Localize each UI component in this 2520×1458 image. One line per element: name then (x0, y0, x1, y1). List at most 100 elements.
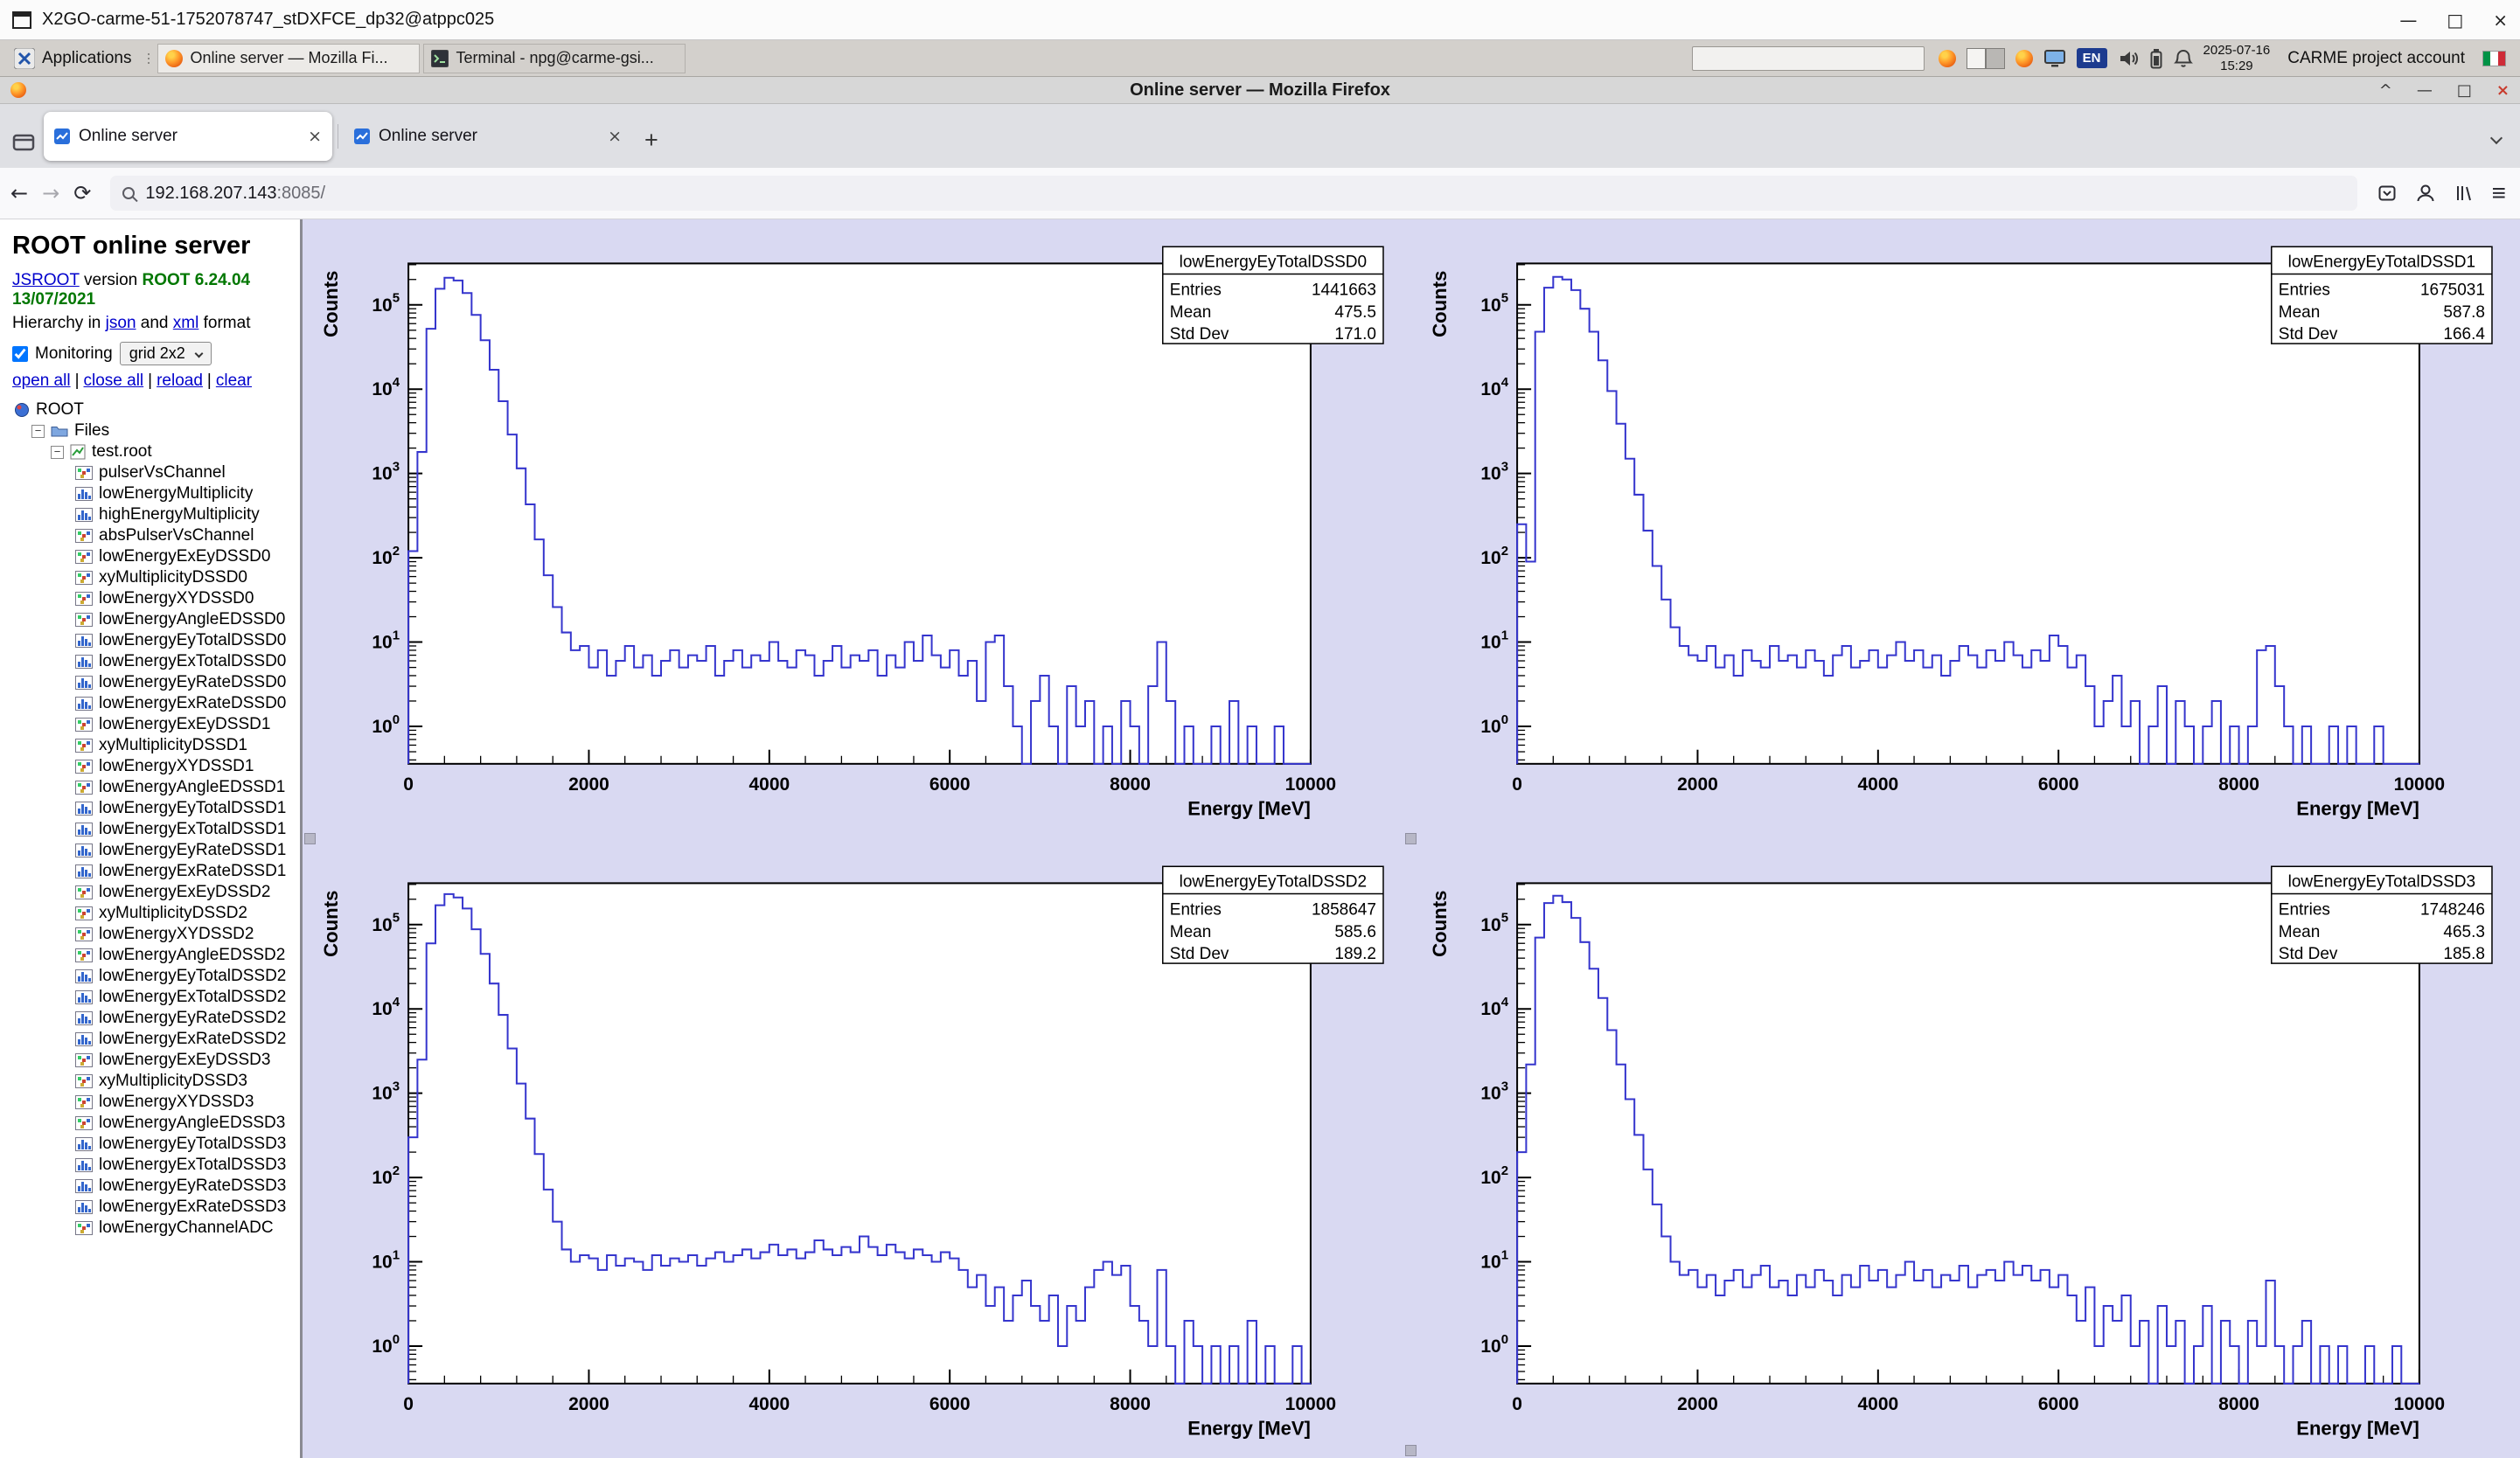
tree-item-lowEnergyAngleEDSSD1[interactable]: lowEnergyAngleEDSSD1 (12, 777, 300, 798)
histogram-canvas[interactable]: 1001011021031041050200040006000800010000… (303, 839, 1411, 1458)
tree-node-files[interactable]: −Files (12, 420, 300, 441)
histogram-canvas[interactable]: 1001011021031041050200040006000800010000… (303, 219, 1411, 839)
tree-item-lowEnergyExTotalDSSD3[interactable]: lowEnergyExTotalDSSD3 (12, 1155, 300, 1176)
tree-item-pulserVsChannel[interactable]: pulserVsChannel (12, 462, 300, 483)
back-button[interactable]: ← (10, 181, 28, 205)
tab-overview-icon[interactable] (12, 131, 35, 154)
volume-icon[interactable] (2118, 49, 2139, 68)
workspace-switcher[interactable] (1967, 48, 2005, 69)
account-icon[interactable] (2415, 183, 2436, 204)
action-link-clear[interactable]: clear (216, 371, 252, 390)
tree-item-lowEnergyExTotalDSSD0[interactable]: lowEnergyExTotalDSSD0 (12, 651, 300, 672)
save-page-icon[interactable] (2377, 183, 2398, 204)
url-bar[interactable]: 192.168.207.143:8085/ (110, 176, 2356, 211)
taskbar-window-button[interactable]: Terminal - npg@carme-gsi... (423, 44, 686, 73)
battery-icon[interactable] (2149, 48, 2163, 69)
tree-item-lowEnergyEyTotalDSSD0[interactable]: lowEnergyEyTotalDSSD0 (12, 630, 300, 651)
splitter-handle[interactable] (304, 833, 316, 844)
plot-pad-1[interactable]: 1001011021031041050200040006000800010000… (303, 219, 1411, 839)
x2go-minimize-button[interactable]: — (2399, 10, 2417, 31)
tree-item-lowEnergyAngleEDSSD2[interactable]: lowEnergyAngleEDSSD2 (12, 945, 300, 966)
collapse-toggle-icon[interactable]: − (51, 446, 64, 459)
plot-pad-4[interactable]: 1001011021031041050200040006000800010000… (1411, 839, 2520, 1458)
tree-item-lowEnergyExRateDSSD0[interactable]: lowEnergyExRateDSSD0 (12, 693, 300, 714)
json-link[interactable]: json (106, 314, 136, 332)
language-indicator[interactable]: EN (2077, 48, 2107, 68)
tree-item-xyMultiplicityDSSD2[interactable]: xyMultiplicityDSSD2 (12, 903, 300, 924)
plot-pad-3[interactable]: 1001011021031041050200040006000800010000… (303, 839, 1411, 1458)
tab-online-server-2[interactable]: Online server× (344, 112, 632, 161)
new-tab-button[interactable]: + (644, 127, 658, 154)
tree-item-lowEnergyEyRateDSSD2[interactable]: lowEnergyEyRateDSSD2 (12, 1008, 300, 1029)
taskbar-window-button[interactable]: Online server — Mozilla Fi... (157, 44, 420, 73)
firefox-close-button[interactable]: × (2496, 81, 2510, 100)
tree-item-absPulserVsChannel[interactable]: absPulserVsChannel (12, 525, 300, 546)
tree-item-lowEnergyExTotalDSSD2[interactable]: lowEnergyExTotalDSSD2 (12, 987, 300, 1008)
tree-item-xyMultiplicityDSSD0[interactable]: xyMultiplicityDSSD0 (12, 567, 300, 588)
tree-item-lowEnergyAngleEDSSD3[interactable]: lowEnergyAngleEDSSD3 (12, 1113, 300, 1134)
tree-item-lowEnergyXYDSSD2[interactable]: lowEnergyXYDSSD2 (12, 924, 300, 945)
titlebar-collapse-icon[interactable]: ^ (2379, 81, 2392, 100)
stats-box[interactable]: lowEnergyEyTotalDSSD1Entries1675031Mean5… (2272, 246, 2492, 344)
tree-item-lowEnergyEyTotalDSSD3[interactable]: lowEnergyEyTotalDSSD3 (12, 1134, 300, 1155)
tree-node-root[interactable]: ROOT (12, 399, 300, 420)
splitter-handle[interactable] (1405, 1445, 1417, 1456)
monitoring-checkbox[interactable] (12, 346, 28, 362)
tree-item-highEnergyMultiplicity[interactable]: highEnergyMultiplicity (12, 504, 300, 525)
tree-item-lowEnergyExRateDSSD1[interactable]: lowEnergyExRateDSSD1 (12, 861, 300, 882)
collapse-toggle-icon[interactable]: − (31, 425, 45, 438)
tab-close-icon[interactable]: × (608, 127, 622, 146)
tree-item-lowEnergyEyTotalDSSD1[interactable]: lowEnergyEyTotalDSSD1 (12, 798, 300, 819)
tray-app-icon[interactable] (2015, 50, 2033, 67)
splitter-handle[interactable] (1405, 833, 1417, 844)
tree-item-lowEnergyExEyDSSD0[interactable]: lowEnergyExEyDSSD0 (12, 546, 300, 567)
tab-online-server-1[interactable]: Online server× (44, 112, 332, 161)
action-link-reload[interactable]: reload (157, 371, 203, 390)
stats-box[interactable]: lowEnergyEyTotalDSSD3Entries1748246Mean4… (2272, 866, 2492, 963)
tree-item-lowEnergyExTotalDSSD1[interactable]: lowEnergyExTotalDSSD1 (12, 819, 300, 840)
histogram-canvas[interactable]: 1001011021031041050200040006000800010000… (1411, 219, 2520, 839)
tree-item-lowEnergyChannelADC[interactable]: lowEnergyChannelADC (12, 1218, 300, 1239)
tree-item-lowEnergyXYDSSD3[interactable]: lowEnergyXYDSSD3 (12, 1092, 300, 1113)
library-icon[interactable] (2454, 183, 2475, 204)
stats-box[interactable]: lowEnergyEyTotalDSSD2Entries1858647Mean5… (1163, 866, 1383, 963)
stats-box[interactable]: lowEnergyEyTotalDSSD0Entries1441663Mean4… (1163, 246, 1383, 344)
tree-item-lowEnergyExRateDSSD2[interactable]: lowEnergyExRateDSSD2 (12, 1029, 300, 1050)
notifications-icon[interactable] (2174, 48, 2193, 69)
country-flag-icon[interactable] (2482, 51, 2506, 66)
histogram-canvas[interactable]: 1001011021031041050200040006000800010000… (1411, 839, 2520, 1458)
tree-item-lowEnergyExRateDSSD3[interactable]: lowEnergyExRateDSSD3 (12, 1197, 300, 1218)
xml-link[interactable]: xml (173, 314, 199, 332)
list-all-tabs-button[interactable] (2492, 131, 2501, 147)
tree-item-lowEnergyEyTotalDSSD2[interactable]: lowEnergyEyTotalDSSD2 (12, 966, 300, 987)
tree-item-lowEnergyAngleEDSSD0[interactable]: lowEnergyAngleEDSSD0 (12, 609, 300, 630)
applications-menu-button[interactable]: Applications (5, 43, 140, 74)
tree-item-lowEnergyEyRateDSSD1[interactable]: lowEnergyEyRateDSSD1 (12, 840, 300, 861)
action-link-open-all[interactable]: open all (12, 371, 71, 390)
jsroot-link[interactable]: JSROOT (12, 271, 80, 289)
tree-item-lowEnergyExEyDSSD2[interactable]: lowEnergyExEyDSSD2 (12, 882, 300, 903)
tab-close-icon[interactable]: × (308, 127, 322, 146)
menu-icon[interactable]: ≡ (2492, 179, 2506, 207)
grid-layout-select[interactable]: grid 2x2 (120, 342, 212, 365)
x2go-close-button[interactable]: × (2493, 10, 2508, 31)
display-settings-icon[interactable] (2043, 48, 2066, 69)
firefox-maximize-button[interactable]: □ (2457, 81, 2472, 100)
panel-separator[interactable] (145, 45, 152, 72)
plot-pad-2[interactable]: 1001011021031041050200040006000800010000… (1411, 219, 2520, 839)
tree-item-lowEnergyEyRateDSSD3[interactable]: lowEnergyEyRateDSSD3 (12, 1176, 300, 1197)
tree-item-xyMultiplicityDSSD1[interactable]: xyMultiplicityDSSD1 (12, 735, 300, 756)
tree-item-lowEnergyExEyDSSD1[interactable]: lowEnergyExEyDSSD1 (12, 714, 300, 735)
tree-item-lowEnergyXYDSSD0[interactable]: lowEnergyXYDSSD0 (12, 588, 300, 609)
clock[interactable]: 2025-07-16 15:29 (2203, 43, 2271, 73)
reload-button[interactable]: ⟳ (73, 181, 91, 205)
firefox-tray-icon[interactable] (1939, 50, 1956, 67)
tree-item-lowEnergyXYDSSD1[interactable]: lowEnergyXYDSSD1 (12, 756, 300, 777)
tree-item-lowEnergyExEyDSSD3[interactable]: lowEnergyExEyDSSD3 (12, 1050, 300, 1071)
tree-item-lowEnergyEyRateDSSD0[interactable]: lowEnergyEyRateDSSD0 (12, 672, 300, 693)
tree-item-xyMultiplicityDSSD3[interactable]: xyMultiplicityDSSD3 (12, 1071, 300, 1092)
tree-node-test-root[interactable]: −test.root (12, 441, 300, 462)
tree-item-lowEnergyMultiplicity[interactable]: lowEnergyMultiplicity (12, 483, 300, 504)
x2go-maximize-button[interactable]: □ (2447, 10, 2463, 31)
action-link-close-all[interactable]: close all (84, 371, 144, 390)
